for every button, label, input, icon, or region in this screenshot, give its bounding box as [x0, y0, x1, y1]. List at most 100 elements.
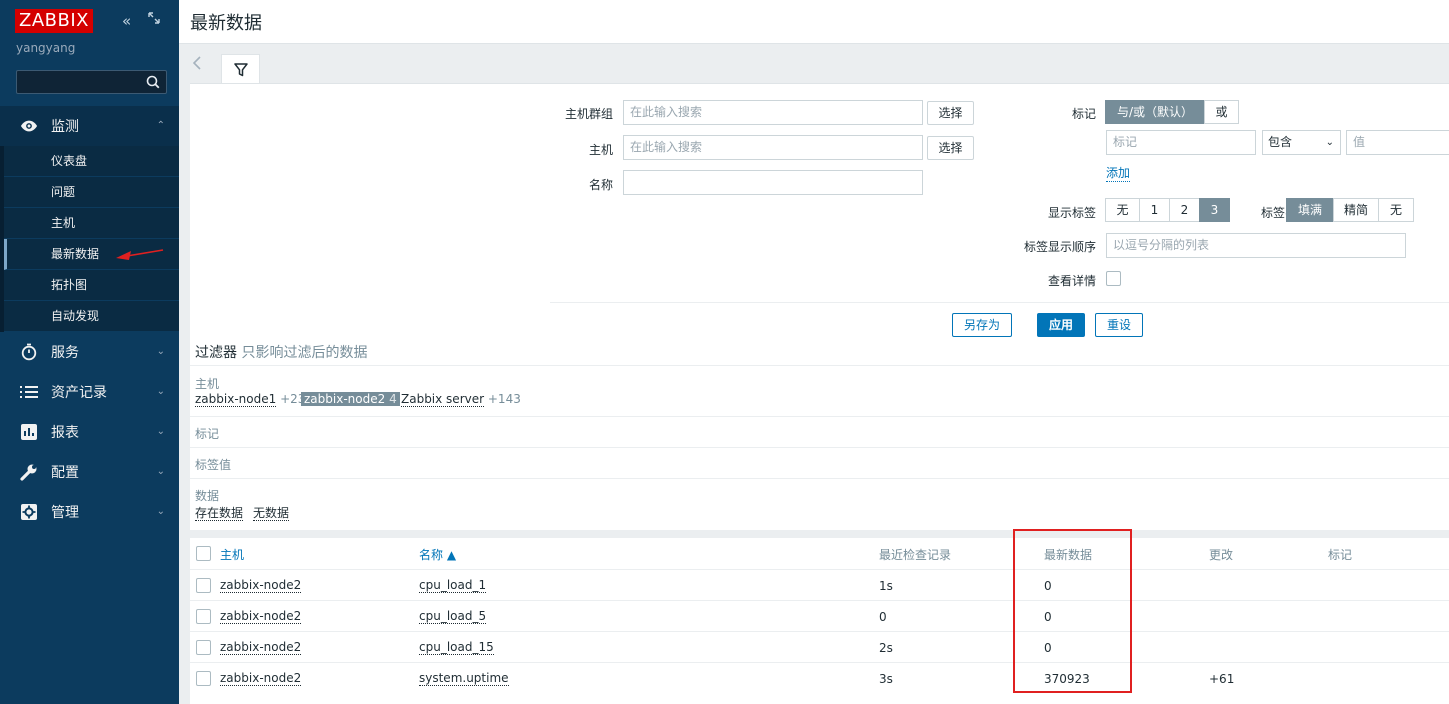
- page-title: 最新数据: [190, 13, 262, 34]
- host-label: 主机: [588, 143, 613, 157]
- subfilter-host-count: 4: [389, 392, 397, 406]
- sidebar: ZABBIX « yangyang 监测 ⌃ 仪表盘 问题 主机 最新数据 拓扑…: [0, 0, 179, 704]
- tag-order-label: 标签显示顺序: [1023, 240, 1096, 254]
- submenu-discovery[interactable]: 自动发现: [4, 301, 179, 332]
- page-header: 最新数据: [179, 0, 1449, 44]
- submenu-hosts[interactable]: 主机: [4, 208, 179, 239]
- submenu-dashboard[interactable]: 仪表盘: [4, 146, 179, 177]
- row-checkbox[interactable]: [196, 609, 211, 624]
- select-all-checkbox[interactable]: [196, 546, 211, 561]
- tag-value-input[interactable]: 值: [1346, 130, 1449, 155]
- subfilter-host-node2[interactable]: zabbix-node2 4: [301, 392, 400, 406]
- column-header-last-check: 最近检查记录: [879, 548, 952, 562]
- submenu-maps[interactable]: 拓扑图: [4, 270, 179, 301]
- submenu-latest-data[interactable]: 最新数据: [4, 239, 179, 270]
- apply-button[interactable]: 应用: [1037, 313, 1085, 337]
- tag-operator-and-or[interactable]: 与/或（默认）: [1105, 100, 1205, 124]
- chevron-up-icon: ⌃: [156, 120, 165, 131]
- host-group-label: 主机群组: [564, 107, 613, 121]
- row-last-check: 3s: [879, 672, 893, 686]
- chevron-left-icon[interactable]: [192, 56, 201, 74]
- menu-services[interactable]: 服务 ⌄: [0, 332, 179, 372]
- row-host[interactable]: zabbix-node2: [220, 672, 302, 686]
- add-tag-link[interactable]: 添加: [1106, 164, 1131, 182]
- show-details-checkbox[interactable]: [1106, 271, 1121, 286]
- subfilter-tags-label: 标记: [195, 427, 220, 441]
- column-header-name[interactable]: 名称 ▲: [419, 546, 456, 563]
- table-row: zabbix-node2 cpu_load_1 1s 0: [190, 569, 1449, 600]
- subfilter-tags-row: 标记: [190, 416, 1449, 447]
- row-checkbox[interactable]: [196, 578, 211, 593]
- chevron-down-icon: ⌄: [1325, 137, 1334, 148]
- submenu-problems[interactable]: 问题: [4, 177, 179, 208]
- tag-operator-or[interactable]: 或: [1204, 100, 1239, 124]
- menu-inventory[interactable]: 资产记录 ⌄: [0, 372, 179, 412]
- row-last-check: 1s: [879, 579, 893, 593]
- row-item-name[interactable]: system.uptime: [419, 672, 509, 686]
- annotation-highlight-box: [1013, 529, 1132, 693]
- filter-tabbar: [179, 44, 1449, 85]
- collapse-sidebar-icon[interactable]: «: [122, 12, 131, 30]
- tag-name-full[interactable]: 填满: [1286, 198, 1334, 222]
- stopwatch-icon: [20, 343, 38, 361]
- menu-monitoring-label: 监测: [51, 119, 79, 135]
- subfilter-host-zabbix-server[interactable]: Zabbix server +143: [401, 392, 521, 407]
- row-host[interactable]: zabbix-node2: [220, 641, 302, 655]
- row-item-name[interactable]: cpu_load_5: [419, 610, 487, 624]
- subfilter-title: 过滤器 只影响过滤后的数据: [195, 342, 367, 362]
- menu-monitoring[interactable]: 监测 ⌃: [0, 106, 179, 146]
- row-checkbox[interactable]: [196, 640, 211, 655]
- tag-name-short[interactable]: 精简: [1333, 198, 1379, 222]
- tag-name-none[interactable]: 无: [1378, 198, 1414, 222]
- row-change: +61: [1209, 672, 1235, 686]
- subfilter-data-with-label: 存在数据: [195, 506, 244, 521]
- subfilter-subtitle: 只影响过滤后的数据: [241, 345, 368, 361]
- monitoring-submenu: 仪表盘 问题 主机 最新数据 拓扑图 自动发现: [0, 146, 179, 332]
- host-input[interactable]: 在此输入搜索: [623, 135, 923, 160]
- menu-reports[interactable]: 报表 ⌄: [0, 412, 179, 452]
- tag-order-input[interactable]: 以逗号分隔的列表: [1106, 233, 1406, 258]
- kiosk-mode-icon[interactable]: [148, 12, 160, 24]
- host-group-input[interactable]: 在此输入搜索: [623, 100, 923, 125]
- name-input[interactable]: [623, 170, 923, 195]
- menu-services-label: 服务: [51, 345, 79, 361]
- host-group-select-button[interactable]: 选择: [927, 101, 974, 125]
- row-host[interactable]: zabbix-node2: [220, 610, 302, 624]
- subfilter-data-label: 数据: [195, 489, 220, 503]
- chevron-down-icon: ⌄: [156, 506, 165, 517]
- row-item-name[interactable]: cpu_load_1: [419, 579, 487, 593]
- host-select-button[interactable]: 选择: [927, 136, 974, 160]
- subfilter-data-without-label: 无数据: [253, 506, 290, 521]
- filter-icon: [233, 63, 248, 77]
- column-header-host[interactable]: 主机: [220, 546, 244, 563]
- sidebar-search-input[interactable]: [16, 70, 167, 94]
- column-header-change: 更改: [1209, 548, 1234, 562]
- latest-data-table: 主机 名称 ▲ 最近检查记录 最新数据 更改 标记 zabbix-node2 c…: [190, 538, 1449, 704]
- show-tags-1[interactable]: 1: [1139, 198, 1170, 222]
- show-tags-3[interactable]: 3: [1199, 198, 1230, 222]
- row-last-check: 0: [879, 610, 887, 624]
- reset-button[interactable]: 重设: [1095, 313, 1143, 337]
- menu-administration[interactable]: 管理 ⌄: [0, 492, 179, 532]
- row-checkbox[interactable]: [196, 671, 211, 686]
- menu-configuration[interactable]: 配置 ⌄: [0, 452, 179, 492]
- save-as-button[interactable]: 另存为: [952, 313, 1012, 337]
- show-tags-none[interactable]: 无: [1105, 198, 1140, 222]
- row-item-name[interactable]: cpu_load_15: [419, 641, 494, 655]
- chevron-down-icon: ⌄: [156, 426, 165, 437]
- tag-input[interactable]: 标记: [1106, 130, 1256, 155]
- tag-condition-value: 包含: [1268, 135, 1293, 149]
- subfilter-tag-values-label: 标签值: [195, 458, 232, 472]
- subfilter-data-with[interactable]: 存在数据: [195, 504, 244, 521]
- show-tags-2[interactable]: 2: [1169, 198, 1200, 222]
- search-icon[interactable]: [146, 75, 160, 92]
- eye-icon: [20, 117, 38, 135]
- row-host[interactable]: zabbix-node2: [220, 579, 302, 593]
- filter-tab[interactable]: [221, 54, 260, 85]
- chevron-down-icon: ⌄: [156, 466, 165, 477]
- zabbix-logo[interactable]: ZABBIX: [15, 9, 93, 33]
- subfilter-host-node1[interactable]: zabbix-node1 +23: [195, 392, 305, 407]
- subfilter-host-name: zabbix-node1: [195, 392, 277, 407]
- subfilter-data-without[interactable]: 无数据: [253, 504, 290, 521]
- tag-condition-select[interactable]: 包含 ⌄: [1262, 130, 1341, 155]
